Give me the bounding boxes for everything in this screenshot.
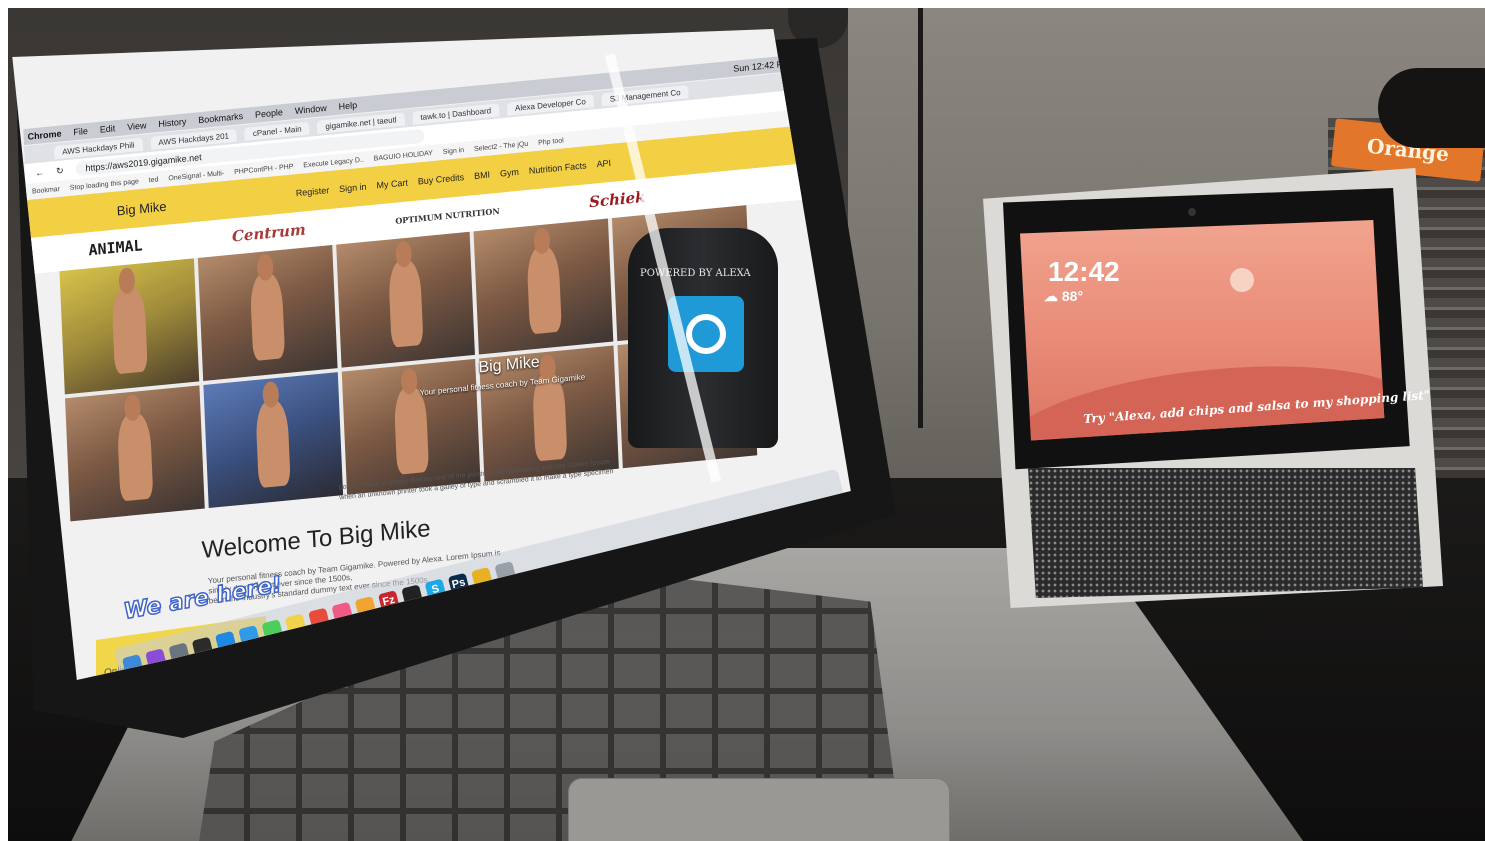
nav-bmi[interactable]: BMI	[474, 170, 490, 182]
photo-scene: Orange Chrome File Edit View History Boo…	[8, 8, 1485, 841]
gallery-photo[interactable]	[335, 231, 476, 368]
menu-file[interactable]: File	[73, 126, 88, 137]
gallery-photo[interactable]	[473, 218, 614, 355]
site-brand[interactable]: Big Mike	[116, 198, 166, 218]
centrum-logo: Centrum	[231, 220, 307, 246]
gallery-photo[interactable]	[197, 245, 338, 382]
nav-buy-credits[interactable]: Buy Credits	[418, 172, 465, 186]
bookmark-item[interactable]: Sign in	[443, 146, 465, 155]
bookmark-item[interactable]: BAGUIO HOLIDAY	[374, 149, 433, 162]
speaker-grille	[1028, 468, 1423, 598]
power-cable	[918, 8, 923, 428]
bookmark-item[interactable]: PHPContPH - PHP	[234, 163, 294, 176]
nav-sign-in[interactable]: Sign in	[339, 181, 367, 194]
menu-view[interactable]: View	[127, 120, 147, 132]
menu-bookmarks[interactable]: Bookmarks	[198, 111, 243, 125]
back-arrow-icon[interactable]: ←	[35, 167, 44, 178]
sun-illustration	[1230, 268, 1254, 292]
nav-api[interactable]: API	[596, 158, 611, 169]
black-pouch	[1378, 68, 1485, 148]
menu-help[interactable]: Help	[338, 100, 357, 112]
schiek-logo: Schiek	[588, 187, 646, 212]
nav-nutrition-facts[interactable]: Nutrition Facts	[529, 160, 587, 176]
echo-weather: ☁ 88°	[1044, 288, 1083, 305]
laptop-trackpad	[568, 778, 950, 841]
bookmark-item[interactable]: Execute Legacy D..	[303, 156, 364, 169]
cloud-sun-icon: ☁	[1044, 288, 1058, 304]
bookmark-item[interactable]: Php tool	[538, 137, 564, 146]
gallery-photo[interactable]	[203, 372, 343, 509]
echo-clock: 12:42	[1048, 256, 1120, 287]
echo-temperature: 88°	[1061, 288, 1084, 304]
bookmark-item[interactable]: ted	[149, 176, 159, 184]
menubar-app-name[interactable]: Chrome	[27, 128, 61, 141]
nav-my-cart[interactable]: My Cart	[376, 177, 408, 190]
reload-icon[interactable]: ↻	[56, 165, 64, 177]
camera-icon	[1188, 208, 1196, 216]
bookmark-item[interactable]: OneSignal - Multi-	[168, 170, 224, 182]
bookmark-item[interactable]: Select2 - The jQu	[474, 140, 528, 152]
bookmark-item[interactable]: Bookmar	[32, 185, 60, 195]
menu-edit[interactable]: Edit	[100, 123, 116, 134]
alexa-caption: POWERED BY ALEXA	[640, 268, 751, 279]
menu-people[interactable]: People	[255, 107, 283, 120]
gallery-photo[interactable]	[65, 385, 205, 522]
menu-window[interactable]: Window	[295, 103, 327, 116]
nav-register[interactable]: Register	[296, 185, 330, 198]
gallery-photo[interactable]	[59, 258, 200, 395]
nav-gym[interactable]: Gym	[500, 167, 519, 179]
optimum-nutrition-logo: OPTIMUM NUTRITION	[395, 205, 500, 226]
animal-logo: ANIMAL	[88, 236, 143, 260]
menu-history[interactable]: History	[158, 116, 186, 129]
